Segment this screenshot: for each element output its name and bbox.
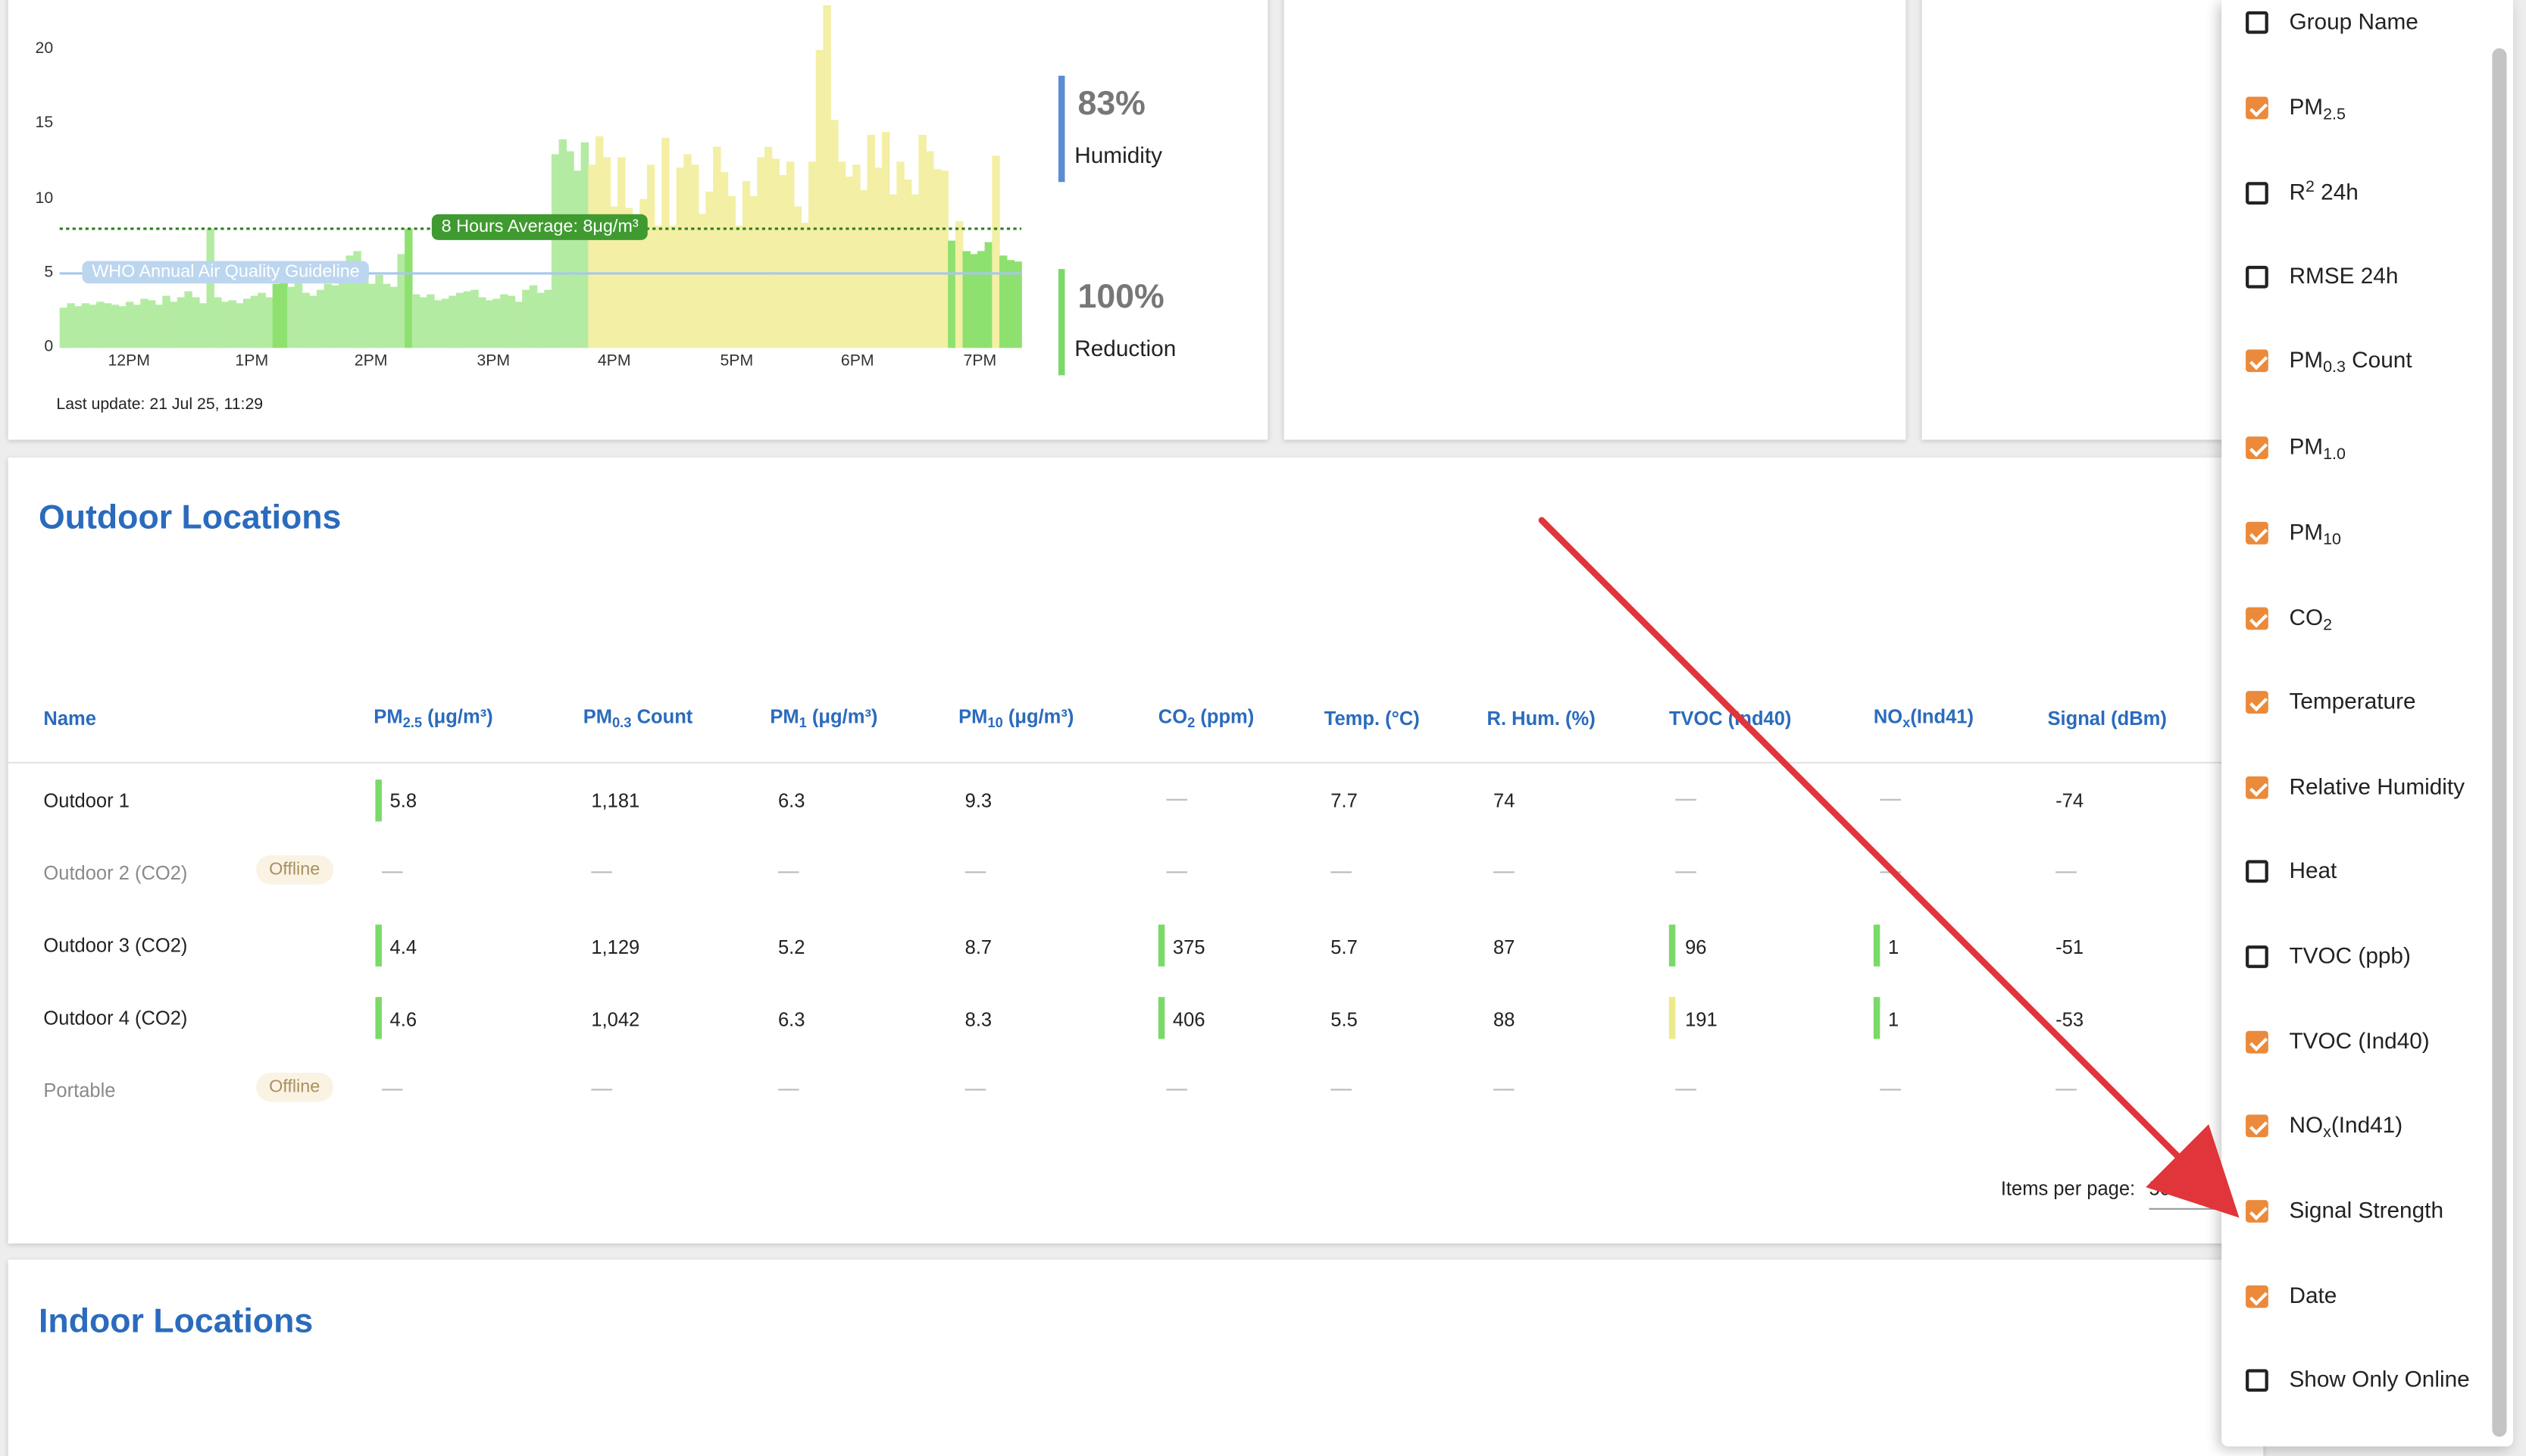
column-toggle-checkbox[interactable] [2246,1369,2268,1392]
column-toggle-label[interactable]: Date [2289,1283,2337,1308]
column-toggle-label[interactable]: Show Only Online [2289,1366,2469,1392]
column-toggle-label[interactable]: PM10 [2289,519,2341,549]
column-toggle-checkbox[interactable] [2246,945,2268,968]
column-toggle-label[interactable]: PM2.5 [2289,93,2345,123]
column-toggle-checkbox[interactable] [2246,691,2268,714]
column-toggle-label[interactable]: TVOC (ppb) [2289,942,2410,968]
column-toggle-label[interactable]: Group Name [2289,8,2418,34]
column-toggle-checkbox[interactable] [2246,776,2268,799]
column-toggle-checkbox[interactable] [2246,860,2268,883]
column-toggle-checkbox[interactable] [2246,1200,2268,1223]
column-toggle-checkbox[interactable] [2246,1285,2268,1308]
column-toggle-checkbox[interactable] [2246,182,2268,205]
column-toggle-checkbox[interactable] [2246,265,2268,289]
column-toggle-label[interactable]: NOx(Ind41) [2289,1111,2403,1142]
annotation-arrow [1538,517,2240,1218]
column-toggle-checkbox[interactable] [2246,1114,2268,1138]
dashboard-root: 20 15 10 5 0 12PM 1PM 2PM 3PM 4PM 5PM 6P… [0,0,2526,1456]
column-toggle-label[interactable]: Temperature [2289,688,2415,714]
column-toggle-checkbox[interactable] [2246,11,2268,34]
column-toggle-label[interactable]: TVOC (Ind40) [2289,1028,2429,1054]
column-toggle-checkbox[interactable] [2246,96,2268,120]
column-toggle-checkbox[interactable] [2246,521,2268,545]
column-toggle-checkbox[interactable] [2246,607,2268,630]
column-toggle-label[interactable]: R2 24h [2289,179,2358,205]
column-toggle-checkbox[interactable] [2246,436,2268,459]
column-toggle-checkbox[interactable] [2246,1030,2268,1054]
column-toggle-label[interactable]: Relative Humidity [2289,773,2465,799]
column-toggle-label[interactable]: PM0.3 Count [2289,346,2412,376]
column-toggle-label[interactable]: RMSE 24h [2289,263,2398,289]
column-toggle-label[interactable]: Heat [2289,857,2337,883]
column-toggle-label[interactable]: Signal Strength [2289,1197,2443,1223]
column-toggle-label[interactable]: PM1.0 [2289,433,2345,464]
column-toggle-label[interactable]: CO2 [2289,604,2332,634]
column-toggle-checkbox[interactable] [2246,349,2268,373]
